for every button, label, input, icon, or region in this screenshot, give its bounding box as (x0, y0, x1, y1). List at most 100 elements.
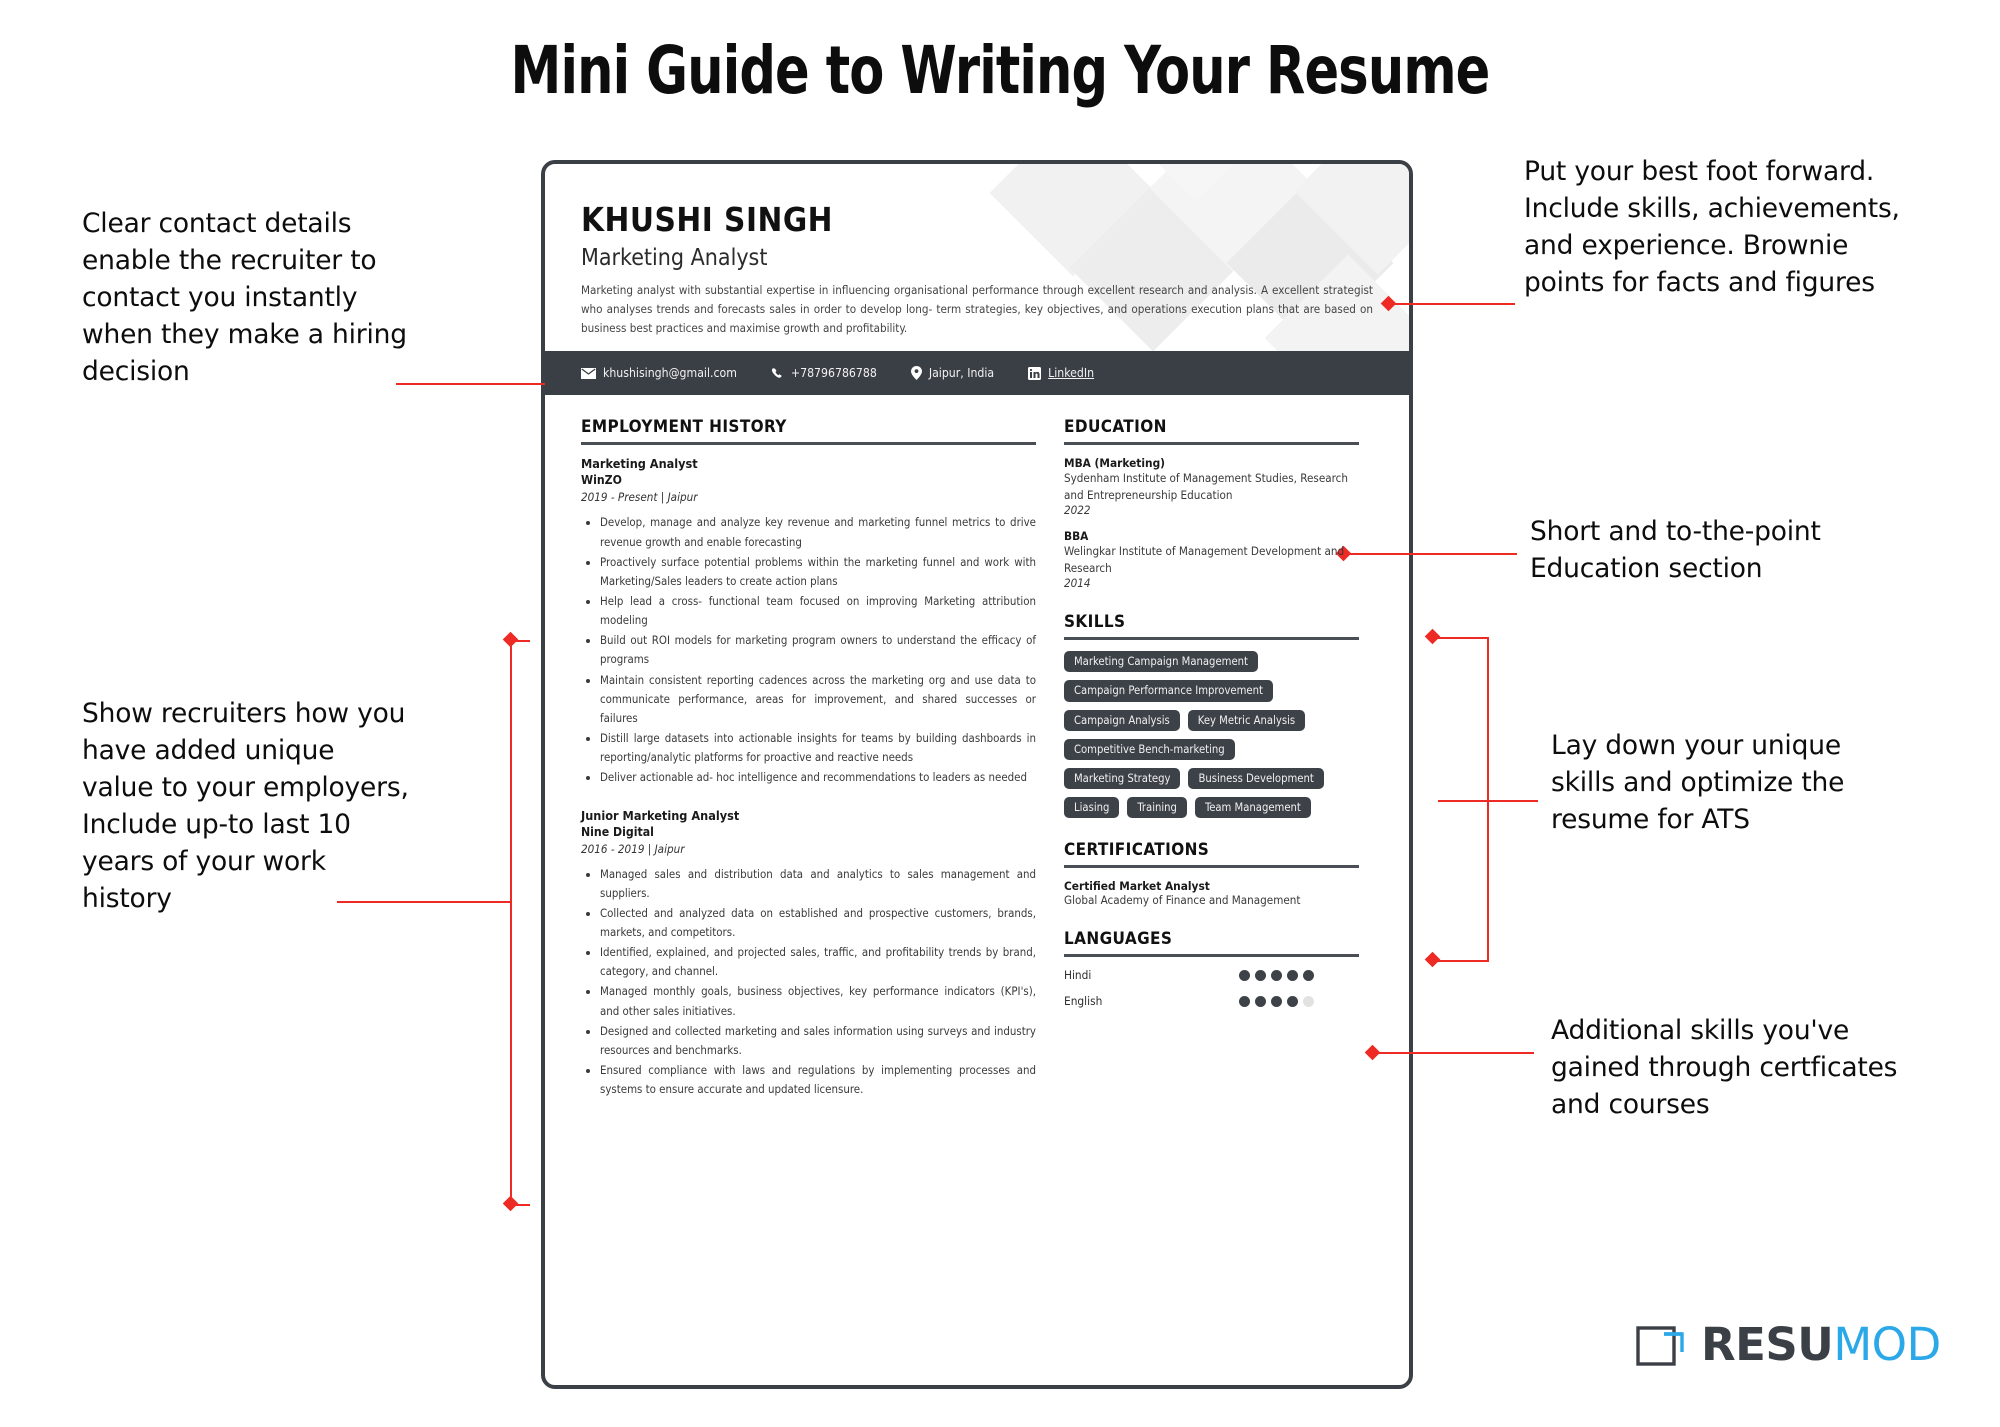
contact-email-text: khushisingh@gmail.com (603, 366, 737, 381)
job-bullet: Deliver actionable ad- hoc intelligence … (600, 768, 1036, 787)
language-row: English (1064, 994, 1359, 1008)
skill-tag: Campaign Performance Improvement (1064, 680, 1273, 702)
connector-experience-arrow-top (502, 631, 519, 648)
annotation-experience: Show recruiters how you have added uniqu… (82, 698, 409, 915)
connector-skills-bracket (1487, 637, 1489, 962)
skill-tag: Liasing (1064, 797, 1120, 819)
connector-experience-arrow-bottom (502, 1195, 519, 1212)
job-bullet: Maintain consistent reporting cadences a… (600, 671, 1036, 728)
education-section-title: EDUCATION (1064, 417, 1359, 446)
skill-tag: Marketing Campaign Management (1064, 651, 1258, 673)
annotation-summary: Put your best foot forward. Include skil… (1524, 156, 1900, 299)
job-company: Nine Digital (581, 824, 654, 839)
resume-body: EMPLOYMENT HISTORY Marketing Analyst WinZ… (545, 395, 1409, 1151)
language-level-dots (1239, 995, 1314, 1007)
job-bullet: Ensured compliance with laws and regulat… (600, 1061, 1036, 1099)
education-section: EDUCATION MBA (Marketing) Sydenham Instit… (1064, 417, 1359, 590)
job-bullet: Proactively surface potential problems w… (600, 553, 1036, 591)
language-level-dot (1287, 995, 1298, 1007)
job-bullet: Designed and collected marketing and sal… (600, 1022, 1036, 1060)
skill-tag: Business Development (1188, 767, 1324, 790)
education-school: Sydenham Institute of Management Studies… (1064, 471, 1349, 502)
certification-org: Global Academy of Finance and Management (1064, 893, 1301, 908)
job-meta: 2016 - 2019 | Jaipur (581, 841, 685, 856)
language-level-dot (1255, 969, 1266, 981)
jobs-container: Marketing Analyst WinZO 2019 - Present | J… (581, 456, 1036, 1099)
annotation-education: Short and to-the-point Education section (1530, 516, 1821, 585)
linkedin-icon (1028, 366, 1042, 380)
contact-bar: khushisingh@gmail.com +78796786788 Jaipu… (545, 351, 1409, 396)
education-entry: MBA (Marketing) Sydenham Institute of Man… (1064, 456, 1359, 517)
language-level-dot (1303, 995, 1314, 1007)
languages-section: LANGUAGES Hindi English (1064, 929, 1359, 1008)
contact-linkedin[interactable]: LinkedIn (1028, 366, 1094, 380)
connector-experience-bracket (510, 640, 512, 1205)
certifications-section-title: CERTIFICATIONS (1064, 840, 1359, 869)
job-bullet: Managed monthly goals, business objectiv… (600, 982, 1036, 1020)
language-name: English (1064, 994, 1103, 1009)
contact-phone[interactable]: +78796786788 (771, 366, 877, 380)
connector-skills-bottom (1432, 960, 1489, 962)
skill-tag: Key Metric Analysis (1187, 709, 1306, 731)
connector-skills-arrow-bottom (1424, 951, 1441, 968)
contact-email[interactable]: khushisingh@gmail.com (581, 366, 737, 380)
connector-skills-top (1432, 637, 1489, 639)
resume-preview-card: KHUSHI SINGH Marketing Analyst Marketing… (541, 160, 1413, 1389)
skills-container: Marketing Campaign Management Campaign Pe… (1064, 651, 1359, 819)
education-container: MBA (Marketing) Sydenham Institute of Man… (1064, 456, 1359, 590)
skills-section: SKILLS Marketing Campaign Management Camp… (1064, 612, 1359, 819)
languages-container: Hindi English (1064, 968, 1359, 1008)
resumod-wordmark: RESUMOD (1701, 1322, 1941, 1367)
job-bullet: Build out ROI models for marketing progr… (600, 631, 1036, 669)
education-entry: BBA Welingkar Institute of Management Dev… (1064, 529, 1359, 590)
education-year: 2014 (1064, 576, 1091, 591)
annotation-contact: Clear contact details enable the recruit… (82, 208, 407, 388)
job-title: Marketing Analyst (581, 456, 698, 472)
contact-location: Jaipur, India (910, 366, 994, 381)
resume-header: KHUSHI SINGH Marketing Analyst Marketing… (545, 164, 1409, 351)
map-pin-icon (910, 366, 922, 381)
resume-right-column: EDUCATION MBA (Marketing) Sydenham Instit… (1064, 417, 1359, 1121)
job-bullet: Develop, manage and analyze key revenue … (600, 513, 1036, 551)
logo-resu-text: RESU (1701, 1317, 1834, 1371)
job-company: WinZO (581, 473, 622, 488)
job-bullet: Identified, explained, and projected sal… (600, 943, 1036, 981)
employment-section: EMPLOYMENT HISTORY Marketing Analyst WinZ… (581, 417, 1036, 1099)
contact-linkedin-text: LinkedIn (1048, 366, 1095, 381)
connector-experience-line (337, 901, 512, 903)
annotation-skills: Lay down your unique skills and optimize… (1551, 730, 1845, 836)
language-level-dot (1255, 995, 1266, 1007)
job-title: Junior Marketing Analyst (581, 807, 740, 823)
annotation-certifications: Additional skills you've gained through … (1551, 1015, 1898, 1121)
education-degree: BBA (1064, 529, 1089, 544)
language-level-dot (1239, 995, 1250, 1007)
job-bullet: Managed sales and distribution data and … (600, 865, 1036, 903)
job-bullet: Help lead a cross- functional team focus… (600, 592, 1036, 630)
language-level-dot (1287, 969, 1298, 981)
certifications-section: CERTIFICATIONS Certified Market Analyst G… (1064, 840, 1359, 907)
phone-icon (771, 367, 784, 380)
skill-tag: Competitive Bench-marketing (1064, 738, 1235, 760)
employment-section-title: EMPLOYMENT HISTORY (581, 417, 1036, 446)
candidate-summary: Marketing analyst with substantial exper… (581, 283, 1373, 335)
job-entry: Junior Marketing Analyst Nine Digital 2016… (581, 808, 1036, 1100)
certifications-container: Certified Market Analyst Global Academy o… (1064, 879, 1359, 907)
job-entry: Marketing Analyst WinZO 2019 - Present | J… (581, 456, 1036, 787)
resumod-logo: RESUMOD (1636, 1318, 1941, 1370)
contact-phone-text: +78796786788 (790, 366, 877, 381)
education-degree: MBA (Marketing) (1064, 456, 1166, 471)
skill-tag: Marketing Strategy (1064, 767, 1181, 790)
languages-section-title: LANGUAGES (1064, 929, 1359, 958)
resumod-mark-icon (1636, 1318, 1688, 1370)
candidate-name: KHUSHI SINGH (581, 200, 834, 239)
education-year: 2022 (1064, 503, 1091, 518)
job-meta: 2019 - Present | Jaipur (581, 490, 698, 505)
language-level-dot (1271, 995, 1282, 1007)
job-bullet-list: Managed sales and distribution data and … (581, 865, 1036, 1100)
education-school: Welingkar Institute of Management Develo… (1064, 544, 1345, 575)
page-title: Mini Guide to Writing Your Resume (510, 32, 1491, 109)
skills-section-title: SKILLS (1064, 612, 1359, 641)
job-bullet: Collected and analyzed data on establish… (600, 904, 1036, 942)
connector-skills-arrow-top (1424, 628, 1441, 645)
language-level-dot (1271, 969, 1282, 981)
